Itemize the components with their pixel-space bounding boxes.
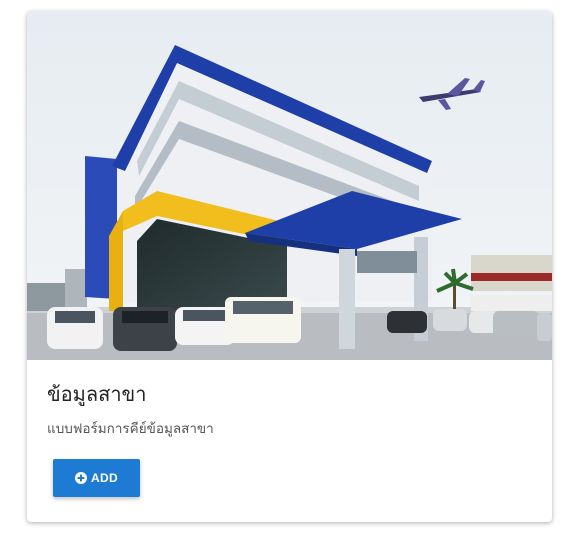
add-button[interactable]: ADD bbox=[53, 459, 140, 497]
plus-circle-icon bbox=[75, 472, 88, 484]
add-button-label: ADD bbox=[91, 471, 118, 485]
branch-building-photo bbox=[27, 11, 552, 360]
branch-info-card: ข้อมูลสาขา แบบฟอร์มการคีย์ข้อมูลสาขา ADD bbox=[27, 11, 552, 522]
card-title: ข้อมูลสาขา bbox=[47, 382, 147, 406]
card-subtitle: แบบฟอร์มการคีย์ข้อมูลสาขา bbox=[47, 421, 214, 437]
